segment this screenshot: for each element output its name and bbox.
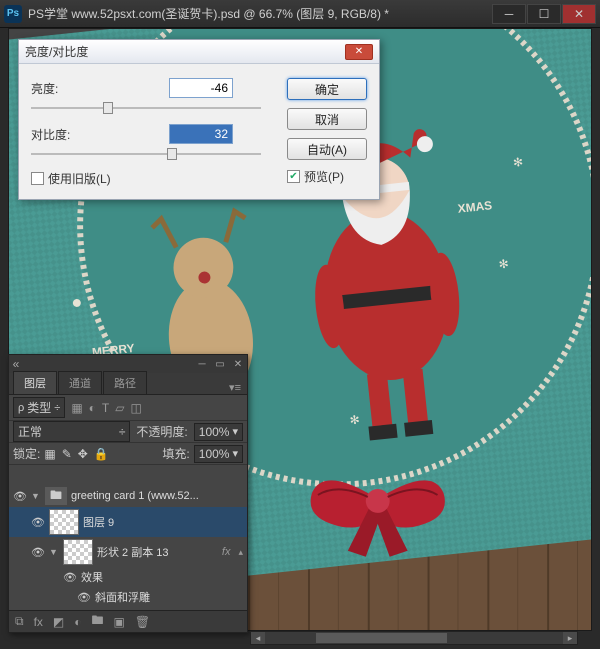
lock-all-icon[interactable]: 🔒 (94, 447, 109, 461)
dialog-close-button[interactable]: ✕ (345, 44, 373, 60)
preview-label: 预览(P) (304, 168, 344, 185)
tab-channels[interactable]: 通道 (58, 371, 102, 394)
contrast-slider[interactable] (31, 148, 261, 160)
link-layers-icon[interactable]: ⧉ (15, 614, 24, 629)
visibility-icon[interactable]: 👁 (13, 490, 27, 503)
panel-collapse-icon[interactable]: « (9, 357, 23, 371)
layer-name[interactable]: 图层 9 (83, 514, 114, 530)
filter-smart-icon[interactable]: ◫ (131, 401, 142, 415)
fill-input[interactable]: 100% ▾ (194, 445, 243, 463)
filter-shape-icon[interactable]: ▱ (115, 401, 124, 415)
layer-thumbnail[interactable] (49, 509, 79, 535)
folder-icon: 🖿 (45, 487, 67, 505)
dialog-titlebar[interactable]: 亮度/对比度 ✕ (19, 40, 379, 64)
fx-expand-icon[interactable]: ▴ (238, 547, 243, 558)
brightness-slider[interactable] (31, 102, 261, 114)
effect-item[interactable]: 👁 斜面和浮雕 (9, 587, 247, 607)
panel-menu-icon[interactable]: ▾≡ (223, 381, 247, 394)
contrast-label: 对比度: (31, 126, 97, 143)
opacity-label: 不透明度: (136, 423, 187, 440)
opacity-input[interactable]: 100% ▾ (194, 423, 243, 441)
layers-panel: « ─▭✕ 图层 通道 路径 ▾≡ ρ 类型 ÷ ▦ ◐ T ▱ ◫ 正常 ÷ … (8, 354, 248, 633)
expand-icon[interactable]: ▼ (49, 547, 59, 557)
visibility-icon[interactable]: 👁 (31, 516, 45, 529)
lock-transparent-icon[interactable]: ▦ (44, 447, 55, 461)
svg-text:✻: ✻ (498, 257, 509, 272)
new-group-icon[interactable]: 🖿 (92, 611, 104, 632)
filter-pixel-icon[interactable]: ▦ (71, 401, 82, 415)
layer-thumbnail[interactable] (63, 539, 93, 565)
tab-paths[interactable]: 路径 (103, 371, 147, 394)
lock-position-icon[interactable]: ✥ (78, 447, 88, 461)
blend-mode-select[interactable]: 正常 ÷ (13, 421, 130, 442)
lock-pixels-icon[interactable]: ✎ (62, 447, 72, 461)
panel-footer: ⧉ fx ◩ ◐ 🖿 ▣ 🗑 (9, 610, 247, 632)
brightness-input[interactable]: -46 (169, 78, 233, 98)
horizontal-scrollbar[interactable]: ◂ ▸ (250, 631, 578, 645)
layer-row-selected[interactable]: 👁 图层 9 (9, 507, 247, 537)
panel-dock-icon[interactable]: ▭ (211, 359, 229, 370)
layer-name[interactable]: greeting card 1 (www.52... (71, 490, 199, 502)
layer-style-icon[interactable]: fx (34, 615, 43, 629)
layer-mask-icon[interactable]: ◩ (53, 615, 64, 629)
legacy-checkbox[interactable]: 使用旧版(L) (31, 170, 111, 187)
photoshop-icon: Ps (4, 5, 22, 23)
visibility-icon[interactable]: 👁 (63, 571, 77, 584)
effects-label: 效果 (81, 569, 103, 585)
minimize-button[interactable]: ─ (492, 4, 526, 24)
preview-checkbox[interactable]: ✔预览(P) (287, 168, 367, 185)
legacy-label: 使用旧版(L) (48, 170, 111, 187)
filter-type-icon[interactable]: T (102, 401, 109, 415)
close-button[interactable]: ✕ (562, 4, 596, 24)
svg-text:✻: ✻ (512, 155, 523, 170)
fx-badge[interactable]: fx (222, 546, 235, 558)
dialog-title: 亮度/对比度 (25, 43, 345, 60)
layer-tree[interactable]: 👁 ▼ 🖿 greeting card 1 (www.52... 👁 图层 9 … (9, 485, 247, 610)
document-title: PS学堂 www.52psxt.com(圣诞贺卡).psd @ 66.7% (图… (28, 5, 491, 22)
scroll-right-icon[interactable]: ▸ (563, 632, 577, 644)
expand-icon[interactable]: ▼ (31, 491, 41, 501)
visibility-icon[interactable]: 👁 (31, 546, 45, 559)
lock-label: 锁定: (13, 445, 40, 462)
effects-row[interactable]: 👁 效果 (9, 567, 247, 587)
filter-kind-select[interactable]: ρ 类型 ÷ (13, 397, 65, 418)
new-layer-icon[interactable]: ▣ (114, 615, 125, 629)
svg-text:✻: ✻ (349, 413, 360, 428)
layer-group-row[interactable]: 👁 ▼ 🖿 greeting card 1 (www.52... (9, 485, 247, 507)
tab-layers[interactable]: 图层 (13, 371, 57, 394)
brightness-label: 亮度: (31, 80, 97, 97)
panel-min-icon[interactable]: ─ (193, 359, 211, 370)
app-titlebar: Ps PS学堂 www.52psxt.com(圣诞贺卡).psd @ 66.7%… (0, 0, 600, 28)
filter-adjust-icon[interactable]: ◐ (89, 401, 96, 415)
layer-name[interactable]: 形状 2 副本 13 (97, 544, 169, 560)
panel-close-icon[interactable]: ✕ (229, 359, 247, 370)
fill-label: 填充: (162, 445, 189, 462)
contrast-input[interactable]: 32 (169, 124, 233, 144)
auto-button[interactable]: 自动(A) (287, 138, 367, 160)
cancel-button[interactable]: 取消 (287, 108, 367, 130)
layer-row[interactable]: 👁 ▼ 形状 2 副本 13 fx ▴ (9, 537, 247, 567)
scroll-thumb[interactable] (316, 633, 446, 643)
visibility-icon[interactable]: 👁 (77, 591, 91, 604)
brightness-contrast-dialog: 亮度/对比度 ✕ 亮度: -46 对比度: 32 使用旧版(L) 确定 取消 自… (18, 39, 380, 200)
scroll-left-icon[interactable]: ◂ (251, 632, 265, 644)
ok-button[interactable]: 确定 (287, 78, 367, 100)
adjustment-layer-icon[interactable]: ◐ (74, 615, 81, 629)
delete-layer-icon[interactable]: 🗑 (135, 615, 150, 629)
maximize-button[interactable]: ☐ (527, 4, 561, 24)
effect-name: 斜面和浮雕 (95, 589, 150, 605)
